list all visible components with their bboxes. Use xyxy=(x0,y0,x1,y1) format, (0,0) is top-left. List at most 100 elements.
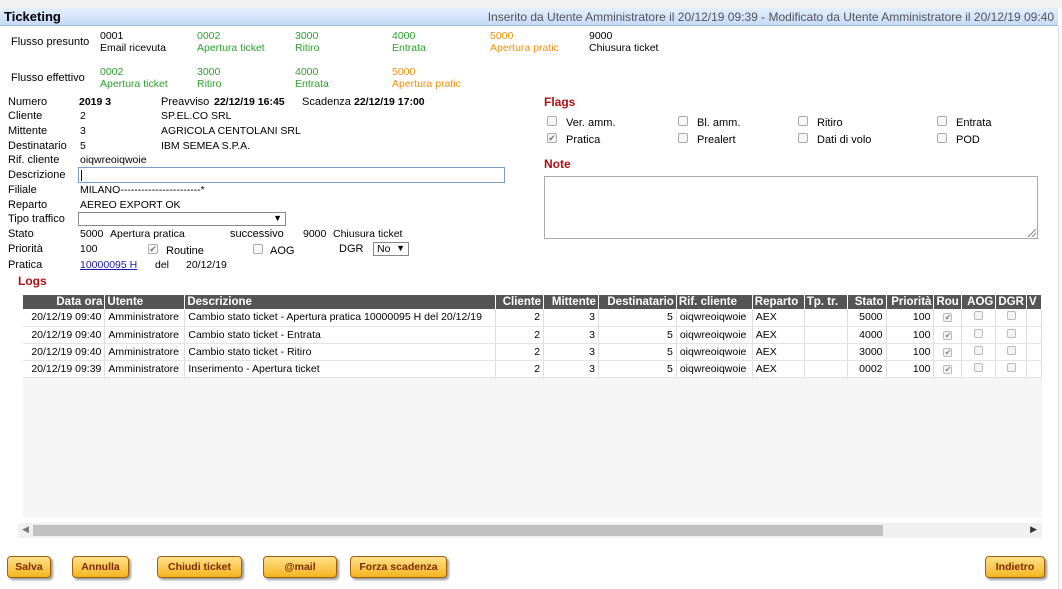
dgr-label: DGR xyxy=(339,243,364,255)
flag-label: Ver. amm. xyxy=(566,117,616,129)
dgr-checkbox xyxy=(1006,345,1016,355)
table-row[interactable]: 20/12/19 09:40 Amministratore Cambio sta… xyxy=(23,309,1042,327)
successivo-label: successivo xyxy=(230,228,284,240)
col-header[interactable]: Destinatario xyxy=(598,295,677,309)
priorita-label: Priorità xyxy=(8,243,43,255)
tipo-traffico-select[interactable]: ▼ xyxy=(78,212,286,226)
flag-entrata-checkbox[interactable] xyxy=(937,116,947,126)
pratica-link[interactable]: 10000095 H xyxy=(80,259,137,271)
note-textarea[interactable] xyxy=(544,176,1038,239)
indietro-button[interactable]: Indietro xyxy=(985,556,1045,578)
destinatario-name: IBM SEMEA S.P.A. xyxy=(161,140,251,152)
descrizione-input[interactable] xyxy=(78,167,505,183)
col-header[interactable]: Stato xyxy=(847,295,887,309)
table-row[interactable]: 20/12/19 09:39 Amministratore Inseriment… xyxy=(23,360,1042,378)
col-header[interactable]: DGR xyxy=(995,295,1027,309)
col-header[interactable]: Tp. tr. xyxy=(804,295,848,309)
routine-checkbox[interactable]: ✔ xyxy=(148,244,158,254)
title-bar: Ticketing Inserito da Utente Amministrat… xyxy=(0,8,1058,26)
col-header[interactable]: Utente xyxy=(104,295,186,309)
preavviso-value: 22/12/19 16:45 xyxy=(214,96,285,108)
page-title: Ticketing xyxy=(4,9,61,24)
col-header[interactable]: Rou xyxy=(933,295,963,309)
scroll-right-icon[interactable]: ▶ xyxy=(1030,524,1037,535)
flag-dati-volo-checkbox[interactable] xyxy=(798,133,808,143)
top-strip xyxy=(0,0,1062,8)
flag-pratica-checkbox[interactable]: ✔ xyxy=(547,133,557,143)
flag-label: Entrata xyxy=(956,117,992,129)
flag-label: Dati di volo xyxy=(817,134,872,146)
aog-checkbox xyxy=(974,328,984,338)
step-code: 3000 xyxy=(197,66,221,78)
numero-value: 2019 3 xyxy=(79,96,112,108)
step-code: 9000 xyxy=(589,30,613,42)
step-name: Apertura ticket xyxy=(197,42,265,54)
flag-prealert-checkbox[interactable] xyxy=(678,133,688,143)
stato-name: Apertura pratica xyxy=(110,228,185,240)
step-name: Apertura pratic xyxy=(490,42,559,54)
rou-checkbox: ✔ xyxy=(943,364,953,374)
col-header[interactable]: Data ora xyxy=(23,295,106,309)
col-header[interactable]: Descrizione xyxy=(184,295,497,309)
flusso-presunto-label: Flusso presunto xyxy=(11,36,90,48)
aog-checkbox xyxy=(974,345,984,355)
chiudi-ticket-button[interactable]: Chiudi ticket xyxy=(157,556,242,578)
flag-ver-amm-checkbox[interactable] xyxy=(547,116,557,126)
logs-grid: Data ora Utente Descrizione Cliente Mitt… xyxy=(23,295,1042,518)
successivo-name: Chiusura ticket xyxy=(333,228,403,240)
check-icon: ✔ xyxy=(149,244,157,254)
flag-label: Bl. amm. xyxy=(697,117,741,129)
col-header[interactable]: Cliente xyxy=(495,295,545,309)
aog-label: AOG xyxy=(270,245,295,257)
aog-checkbox[interactable] xyxy=(253,244,263,254)
col-header[interactable]: V xyxy=(1026,295,1042,309)
filiale-label: Filiale xyxy=(8,184,37,196)
step-name: Entrata xyxy=(295,78,329,90)
filiale-value: MILANO-----------------------* xyxy=(80,184,205,196)
chevron-down-icon: ▼ xyxy=(273,213,282,223)
step-code: 5000 xyxy=(490,30,514,42)
flag-pod-checkbox[interactable] xyxy=(937,133,947,143)
flag-label: POD xyxy=(956,134,980,146)
step-name: Apertura ticket xyxy=(100,78,168,90)
step-code: 4000 xyxy=(295,66,319,78)
logs-header-row: Data ora Utente Descrizione Cliente Mitt… xyxy=(23,295,1042,309)
step-name: Chiusura ticket xyxy=(589,42,659,54)
destinatario-code: 5 xyxy=(80,140,86,152)
step-name: Ritiro xyxy=(295,42,320,54)
logs-table: Data ora Utente Descrizione Cliente Mitt… xyxy=(23,295,1042,378)
dgr-checkbox xyxy=(1006,328,1016,338)
text-cursor xyxy=(81,170,82,181)
step-name: Entrata xyxy=(392,42,426,54)
note-title: Note xyxy=(544,157,571,171)
col-header[interactable]: Priorità xyxy=(886,295,935,309)
email-button[interactable]: @mail xyxy=(263,556,337,578)
annulla-button[interactable]: Annulla xyxy=(72,556,129,578)
flag-ritiro-checkbox[interactable] xyxy=(798,116,808,126)
numero-label: Numero xyxy=(8,96,48,108)
col-header[interactable]: AOG xyxy=(961,295,997,309)
mittente-name: AGRICOLA CENTOLANI SRL xyxy=(161,125,301,137)
rou-checkbox: ✔ xyxy=(943,347,953,357)
resize-grip-icon[interactable] xyxy=(1028,229,1036,237)
table-row[interactable]: 20/12/19 09:40 Amministratore Cambio sta… xyxy=(23,326,1042,344)
salva-button[interactable]: Salva xyxy=(7,556,51,578)
forza-scadenza-button[interactable]: Forza scadenza xyxy=(350,556,447,578)
horizontal-scrollbar[interactable]: ◀ ▶ xyxy=(18,523,1042,538)
col-header[interactable]: Mittente xyxy=(543,295,599,309)
dgr-select[interactable]: No ▼ xyxy=(373,242,409,256)
rif-cliente-value: oiqwreoiqwoie xyxy=(80,154,147,166)
flag-bl-amm-checkbox[interactable] xyxy=(678,116,688,126)
scadenza-label: Scadenza xyxy=(302,96,351,108)
page-edge xyxy=(1058,26,1062,589)
scroll-left-icon[interactable]: ◀ xyxy=(22,524,29,535)
scrollbar-thumb[interactable] xyxy=(33,525,883,536)
rou-checkbox: ✔ xyxy=(943,330,953,340)
col-header[interactable]: Reparto xyxy=(752,295,805,309)
cliente-label: Cliente xyxy=(8,110,43,122)
tipo-traffico-label: Tipo traffico xyxy=(8,213,65,225)
table-row[interactable]: 20/12/19 09:40 Amministratore Cambio sta… xyxy=(23,343,1042,361)
step-code: 3000 xyxy=(295,30,319,42)
step-code: 0002 xyxy=(197,30,221,42)
col-header[interactable]: Rif. cliente xyxy=(676,295,753,309)
